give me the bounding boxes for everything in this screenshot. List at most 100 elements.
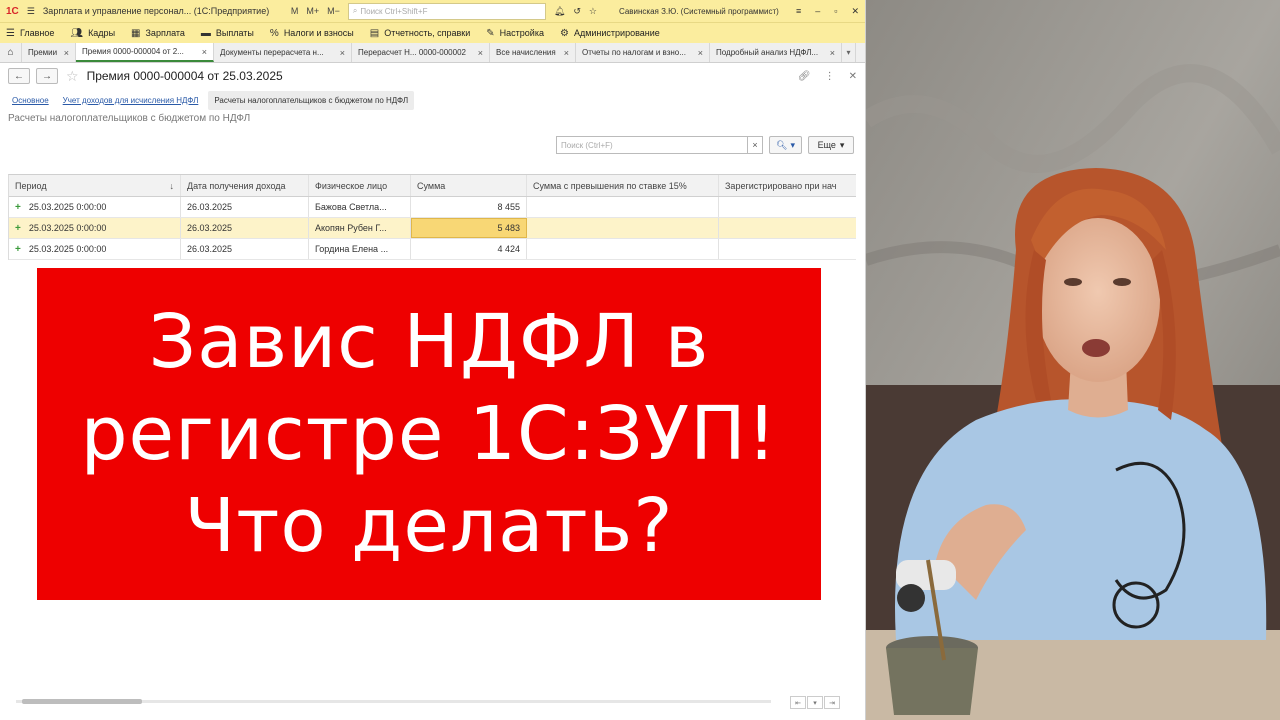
menu-lines-icon: ☰: [6, 27, 15, 39]
calculator-icon: ▦: [131, 27, 141, 39]
table-header: Период ↓ Дата получения дохода Физическое…: [9, 175, 856, 197]
menu-reports[interactable]: ▤ Отчетность, справки: [370, 28, 471, 39]
window-title: Зарплата и управление персонал... (1С:Пр…: [42, 6, 270, 16]
star-icon[interactable]: ☆: [589, 6, 597, 17]
tab-bonus-document[interactable]: Премия 0000-000004 от 2... ×: [76, 43, 214, 62]
presenter-illustration: [866, 0, 1280, 720]
column-header-sum[interactable]: Сумма: [411, 175, 527, 196]
column-header-sum-15[interactable]: Сумма с превышения по ставке 15%: [527, 175, 719, 196]
home-tab[interactable]: ⌂: [0, 43, 22, 62]
close-tab-icon[interactable]: ×: [830, 48, 835, 58]
report-icon: ▤: [369, 27, 380, 39]
history-icon[interactable]: ↺: [573, 6, 581, 17]
app-logo: 1С: [6, 5, 19, 17]
settings-menu-icon[interactable]: ≡: [796, 6, 801, 17]
table-search-input[interactable]: Поиск (Ctrl+F): [556, 136, 748, 154]
chevron-down-icon: ▾: [790, 139, 795, 150]
close-tab-icon[interactable]: ×: [564, 48, 569, 58]
current-user[interactable]: Савинская З.Ю. (Системный программист): [619, 7, 779, 16]
memory-minus-button[interactable]: M−: [327, 6, 340, 16]
memory-button[interactable]: M: [291, 6, 299, 16]
menu-payments[interactable]: ▬ Выплаты: [201, 28, 254, 39]
tabs-more-icon[interactable]: ▾: [842, 43, 856, 62]
tab-bonuses[interactable]: Премии ×: [22, 43, 76, 62]
table-toolbar: Поиск (Ctrl+F) × 🔍︎ ▾ Еще ▾: [0, 131, 865, 159]
menu-main[interactable]: ☰ Главное: [6, 28, 54, 39]
close-tab-icon[interactable]: ×: [478, 48, 483, 58]
menu-salary[interactable]: ▦ Зарплата: [131, 28, 185, 39]
column-header-income-date[interactable]: Дата получения дохода: [181, 175, 309, 196]
percent-icon: %: [269, 27, 279, 39]
table-row-selected[interactable]: +25.03.2025 0:00:00 26.03.2025 Акопян Ру…: [9, 218, 856, 239]
ndfl-table: Период ↓ Дата получения дохода Физическое…: [8, 174, 856, 260]
gear-icon: ⚙: [559, 27, 569, 39]
memory-plus-button[interactable]: M+: [306, 6, 319, 16]
cell-sum-15: [527, 197, 719, 217]
clear-search-button[interactable]: ×: [747, 136, 763, 154]
first-page-icon[interactable]: ⇤: [790, 696, 806, 709]
last-page-icon[interactable]: ⇥: [824, 696, 840, 709]
tab-recalc-ndfl[interactable]: Перерасчет Н... 0000-000002 ×: [352, 43, 490, 62]
column-header-registered[interactable]: Зарегистрировано при нач: [719, 175, 855, 196]
cell-person: Гордина Елена ...: [309, 239, 411, 259]
table-row[interactable]: +25.03.2025 0:00:00 26.03.2025 Бажова Св…: [9, 197, 856, 218]
presenter-video: [866, 0, 1280, 720]
global-search-input[interactable]: ⌕ Поиск Ctrl+Shift+F: [347, 2, 546, 20]
more-vertical-icon[interactable]: ⋮: [825, 71, 835, 82]
tab-tax-reports[interactable]: Отчеты по налогам и взно... ×: [576, 43, 710, 62]
tab-all-accruals[interactable]: Все начисления ×: [490, 43, 576, 62]
close-icon[interactable]: ✕: [849, 71, 857, 82]
hamburger-icon[interactable]: ☰: [27, 6, 35, 17]
open-tabs: ⌂ Премии × Премия 0000-000004 от 2... × До…: [0, 43, 865, 63]
cell-period: 25.03.2025 0:00:00: [28, 223, 107, 233]
column-header-period[interactable]: Период ↓: [9, 175, 181, 196]
section-title: Расчеты налогоплательщиков с бюджетом по…: [8, 113, 251, 124]
section-current[interactable]: Расчеты налогоплательщиков с бюджетом по…: [208, 90, 415, 110]
cell-period: 25.03.2025 0:00:00: [28, 244, 107, 254]
cell-person: Бажова Светла...: [309, 197, 411, 217]
search-icon: 🔍︎: [776, 139, 788, 150]
maximize-button[interactable]: ▫: [834, 6, 837, 17]
minimize-button[interactable]: –: [815, 6, 820, 17]
cell-registered: [719, 218, 855, 238]
page-down-icon[interactable]: ▾: [807, 696, 823, 709]
close-tab-icon[interactable]: ×: [64, 48, 69, 58]
section-basic-link[interactable]: Основное: [8, 93, 53, 108]
more-button[interactable]: Еще ▾: [808, 136, 854, 154]
document-header: ← → ☆ Премия 0000-000004 от 25.03.2025 🔗…: [0, 63, 865, 89]
scrollbar-thumb[interactable]: [22, 699, 142, 704]
menu-settings[interactable]: ✎ Настройка: [486, 28, 544, 39]
section-income-link[interactable]: Учет доходов для исчисления НДФЛ: [59, 93, 203, 108]
cell-period: 25.03.2025 0:00:00: [28, 202, 107, 212]
close-tab-icon[interactable]: ×: [202, 47, 207, 57]
close-tab-icon[interactable]: ×: [340, 48, 345, 58]
screen: 1С ☰ Зарплата и управление персонал... (…: [0, 0, 1280, 720]
menu-hr[interactable]: 👥︎ Кадры: [70, 28, 115, 39]
search-icon: ⌕: [352, 6, 358, 15]
cell-income-date: 26.03.2025: [181, 239, 309, 259]
cell-sum: 8 455: [411, 197, 527, 217]
tab-ndfl-analysis[interactable]: Подробный анализ НДФЛ... ×: [710, 43, 842, 62]
grid-navigation: ⇤ ▾ ⇥: [790, 696, 840, 709]
close-window-button[interactable]: ✕: [851, 6, 859, 17]
cell-sum-active[interactable]: 5 483: [411, 218, 527, 238]
column-header-person[interactable]: Физическое лицо: [309, 175, 411, 196]
link-icon[interactable]: 🔗︎: [798, 71, 811, 82]
back-button[interactable]: ←: [8, 68, 30, 84]
close-tab-icon[interactable]: ×: [698, 48, 703, 58]
search-button[interactable]: 🔍︎ ▾: [769, 136, 802, 154]
favorite-star-icon[interactable]: ☆: [66, 68, 79, 85]
bell-icon[interactable]: 🔔︎: [554, 6, 565, 17]
horizontal-scrollbar[interactable]: [8, 696, 786, 706]
table-row[interactable]: +25.03.2025 0:00:00 26.03.2025 Гордина Е…: [9, 239, 856, 260]
forward-button[interactable]: →: [36, 68, 58, 84]
title-bar: 1С ☰ Зарплата и управление персонал... (…: [0, 0, 865, 22]
title-banner: Завис НДФЛ в регистре 1С:ЗУП! Что делать…: [37, 268, 821, 600]
banner-line-3: Что делать?: [184, 483, 674, 569]
tab-recalc-documents[interactable]: Документы перерасчета н... ×: [214, 43, 352, 62]
banner-line-2: регистре 1С:ЗУП!: [80, 391, 778, 477]
sort-down-icon: ↓: [169, 180, 175, 191]
cell-person: Акопян Рубен Г...: [309, 218, 411, 238]
menu-admin[interactable]: ⚙ Администрирование: [560, 28, 660, 39]
menu-taxes[interactable]: % Налоги и взносы: [270, 28, 354, 39]
